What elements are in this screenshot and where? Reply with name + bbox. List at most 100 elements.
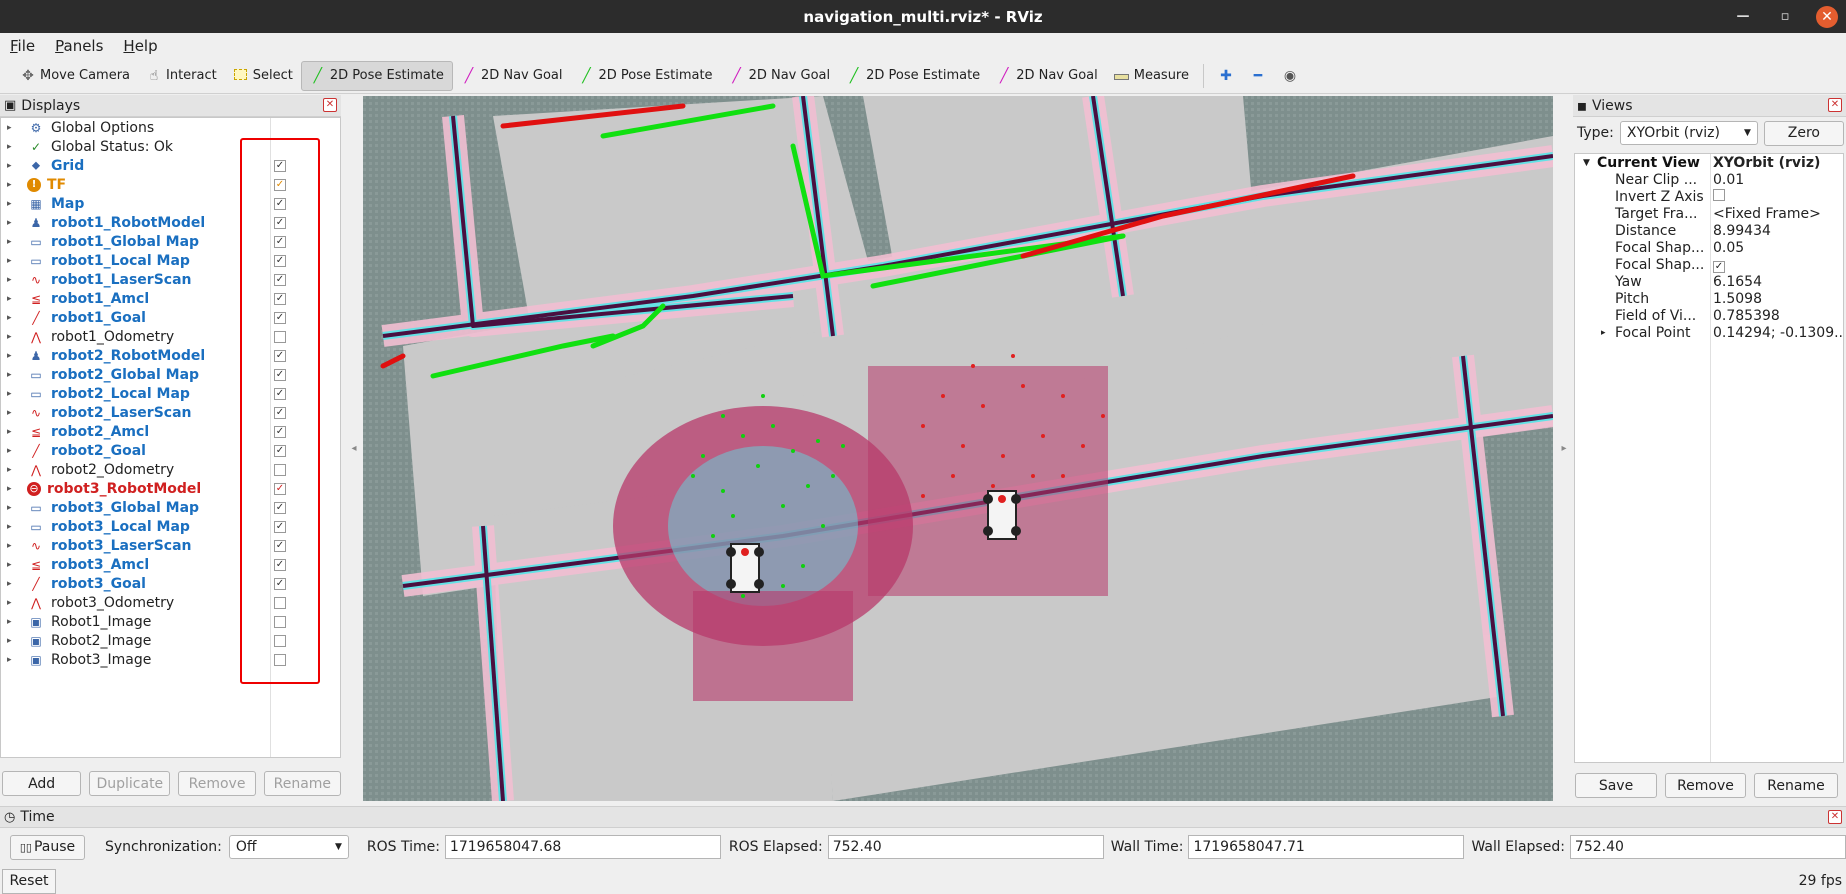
expand-arrow-icon[interactable]: ▸ xyxy=(7,237,19,247)
maximize-icon[interactable]: ▫ xyxy=(1774,6,1796,28)
expand-arrow-icon[interactable]: ▸ xyxy=(7,522,19,532)
view-property-row[interactable]: Near Clip ... 0.01 xyxy=(1575,171,1843,188)
view-property-row[interactable]: Invert Z Axis xyxy=(1575,188,1843,205)
view-property-checkbox[interactable] xyxy=(1713,188,1725,201)
view-property-row[interactable]: Target Fra... <Fixed Frame> xyxy=(1575,205,1843,222)
menu-file[interactable]: File xyxy=(10,37,35,55)
wall-elapsed-field[interactable]: 752.40 xyxy=(1569,835,1846,859)
expand-arrow-icon[interactable]: ▸ xyxy=(7,370,19,380)
remove-tool-button[interactable]: ━ xyxy=(1242,61,1274,91)
ros-time-field[interactable]: 1719658047.68 xyxy=(444,835,721,859)
pause-button[interactable]: ▯▯ Pause xyxy=(10,834,85,860)
close-panel-icon[interactable]: ✕ xyxy=(1828,98,1842,112)
expand-arrow-icon[interactable]: ▸ xyxy=(7,636,19,646)
pose-estimate-tool-2[interactable]: ╱ 2D Pose Estimate xyxy=(570,61,720,91)
move-camera-tool[interactable]: ✥ Move Camera xyxy=(12,61,138,91)
sync-label: Synchronization: xyxy=(105,839,222,855)
sync-select[interactable]: Off ▼ xyxy=(228,835,349,859)
expand-arrow-icon[interactable]: ▸ xyxy=(7,446,19,456)
measure-tool[interactable]: Measure xyxy=(1106,61,1197,91)
expand-arrow-icon[interactable]: ▸ xyxy=(7,161,19,171)
nav-goal-tool-3[interactable]: ╱ 2D Nav Goal xyxy=(988,61,1106,91)
pose-estimate-tool-3[interactable]: ╱ 2D Pose Estimate xyxy=(838,61,988,91)
view-property-value[interactable]: <Fixed Frame> xyxy=(1713,206,1843,222)
rename-view-button[interactable]: Rename xyxy=(1754,773,1838,798)
rename-display-button[interactable]: Rename xyxy=(263,771,341,796)
view-property-value[interactable]: 1.5098 xyxy=(1713,291,1843,307)
view-property-value[interactable]: 0.14294; -0.1309... xyxy=(1713,325,1843,341)
expand-arrow-icon[interactable]: ▸ xyxy=(7,427,19,437)
view-property-checkbox[interactable]: ✓ xyxy=(1713,260,1725,273)
reset-button[interactable]: Reset xyxy=(2,868,56,894)
duplicate-display-button[interactable]: Duplicate xyxy=(89,771,171,796)
expand-arrow-icon[interactable]: ▸ xyxy=(7,123,19,133)
view-property-value[interactable] xyxy=(1713,188,1843,205)
image-icon: ▣ xyxy=(30,633,42,648)
view-type-select[interactable]: XYOrbit (rviz) ▼ xyxy=(1619,121,1758,145)
remove-view-button[interactable]: Remove xyxy=(1665,773,1746,798)
expand-arrow-icon[interactable]: ▸ xyxy=(7,484,19,494)
current-view-row[interactable]: ▼ Current View XYOrbit (rviz) xyxy=(1575,154,1843,171)
expand-arrow-icon[interactable]: ▸ xyxy=(1601,328,1606,338)
save-view-button[interactable]: Save xyxy=(1575,773,1657,798)
close-icon[interactable]: ✕ xyxy=(1816,5,1838,28)
add-tool-button[interactable]: ✚ xyxy=(1210,61,1242,91)
pose-estimate-tool-1[interactable]: ╱ 2D Pose Estimate xyxy=(300,60,453,91)
minimize-icon[interactable]: — xyxy=(1732,6,1754,28)
left-splitter[interactable]: ◂ xyxy=(345,96,363,801)
expand-arrow-icon[interactable]: ▸ xyxy=(7,256,19,266)
expand-arrow-icon[interactable]: ▸ xyxy=(7,408,19,418)
view-property-row[interactable]: Focal Shap... ✓ xyxy=(1575,256,1843,273)
view-property-value[interactable]: 6.1654 xyxy=(1713,274,1843,290)
expand-arrow-icon[interactable]: ▸ xyxy=(7,275,19,285)
expand-arrow-icon[interactable]: ▸ xyxy=(7,389,19,399)
zero-button[interactable]: Zero xyxy=(1763,120,1844,146)
expand-arrow-icon[interactable]: ▸ xyxy=(7,218,19,228)
expand-arrow-icon[interactable]: ▼ xyxy=(1583,158,1590,168)
ros-elapsed-field[interactable]: 752.40 xyxy=(827,835,1104,859)
view-property-value[interactable]: 8.99434 xyxy=(1713,223,1843,239)
arrow-icon: ╱ xyxy=(32,576,40,591)
select-tool[interactable]: Select xyxy=(225,61,301,91)
close-panel-icon[interactable]: ✕ xyxy=(1828,810,1842,824)
interact-tool[interactable]: ☝ Interact xyxy=(138,61,225,91)
render-viewport[interactable] xyxy=(363,96,1553,801)
expand-arrow-icon[interactable]: ▸ xyxy=(7,313,19,323)
remove-display-button[interactable]: Remove xyxy=(178,771,256,796)
expand-arrow-icon[interactable]: ▸ xyxy=(7,503,19,513)
expand-arrow-icon[interactable]: ▸ xyxy=(7,199,19,209)
expand-arrow-icon[interactable]: ▸ xyxy=(7,541,19,551)
view-property-row[interactable]: Distance 8.99434 xyxy=(1575,222,1843,239)
expand-arrow-icon[interactable]: ▸ xyxy=(7,142,19,152)
expand-arrow-icon[interactable]: ▸ xyxy=(7,655,19,665)
expand-arrow-icon[interactable]: ▸ xyxy=(7,351,19,361)
nav-goal-tool-2[interactable]: ╱ 2D Nav Goal xyxy=(721,61,839,91)
menu-help[interactable]: Help xyxy=(123,37,157,55)
view-property-value[interactable]: ✓ xyxy=(1713,257,1843,273)
expand-arrow-icon[interactable]: ▸ xyxy=(7,598,19,608)
camera-type-button[interactable]: ◉ xyxy=(1274,61,1306,91)
expand-arrow-icon[interactable]: ▸ xyxy=(7,294,19,304)
right-splitter[interactable]: ▸ xyxy=(1555,96,1573,801)
menu-panels[interactable]: Panels xyxy=(55,37,103,55)
view-property-row[interactable]: Field of Vi... 0.785398 xyxy=(1575,307,1843,324)
expand-arrow-icon[interactable]: ▸ xyxy=(7,579,19,589)
wall-time-field[interactable]: 1719658047.71 xyxy=(1188,835,1465,859)
view-property-value[interactable]: 0.01 xyxy=(1713,172,1843,188)
view-property-row[interactable]: Yaw 6.1654 xyxy=(1575,273,1843,290)
view-property-value[interactable]: 0.05 xyxy=(1713,240,1843,256)
display-item[interactable]: ▸ ⚙ Global Options xyxy=(1,118,340,137)
expand-arrow-icon[interactable]: ▸ xyxy=(7,465,19,475)
view-property-row[interactable]: ▸ Focal Point 0.14294; -0.1309... xyxy=(1575,324,1843,341)
close-panel-icon[interactable]: ✕ xyxy=(323,98,337,112)
expand-arrow-icon[interactable]: ▸ xyxy=(7,332,19,342)
expand-arrow-icon[interactable]: ▸ xyxy=(7,617,19,627)
expand-arrow-icon[interactable]: ▸ xyxy=(7,180,19,190)
expand-arrow-icon[interactable]: ▸ xyxy=(7,560,19,570)
view-property-row[interactable]: Focal Shap... 0.05 xyxy=(1575,239,1843,256)
nav-goal-tool-1[interactable]: ╱ 2D Nav Goal xyxy=(453,61,571,91)
view-property-value[interactable]: 0.785398 xyxy=(1713,308,1843,324)
view-property-row[interactable]: Pitch 1.5098 xyxy=(1575,290,1843,307)
view-type-label: Type: xyxy=(1577,125,1614,141)
add-display-button[interactable]: Add xyxy=(2,771,82,796)
